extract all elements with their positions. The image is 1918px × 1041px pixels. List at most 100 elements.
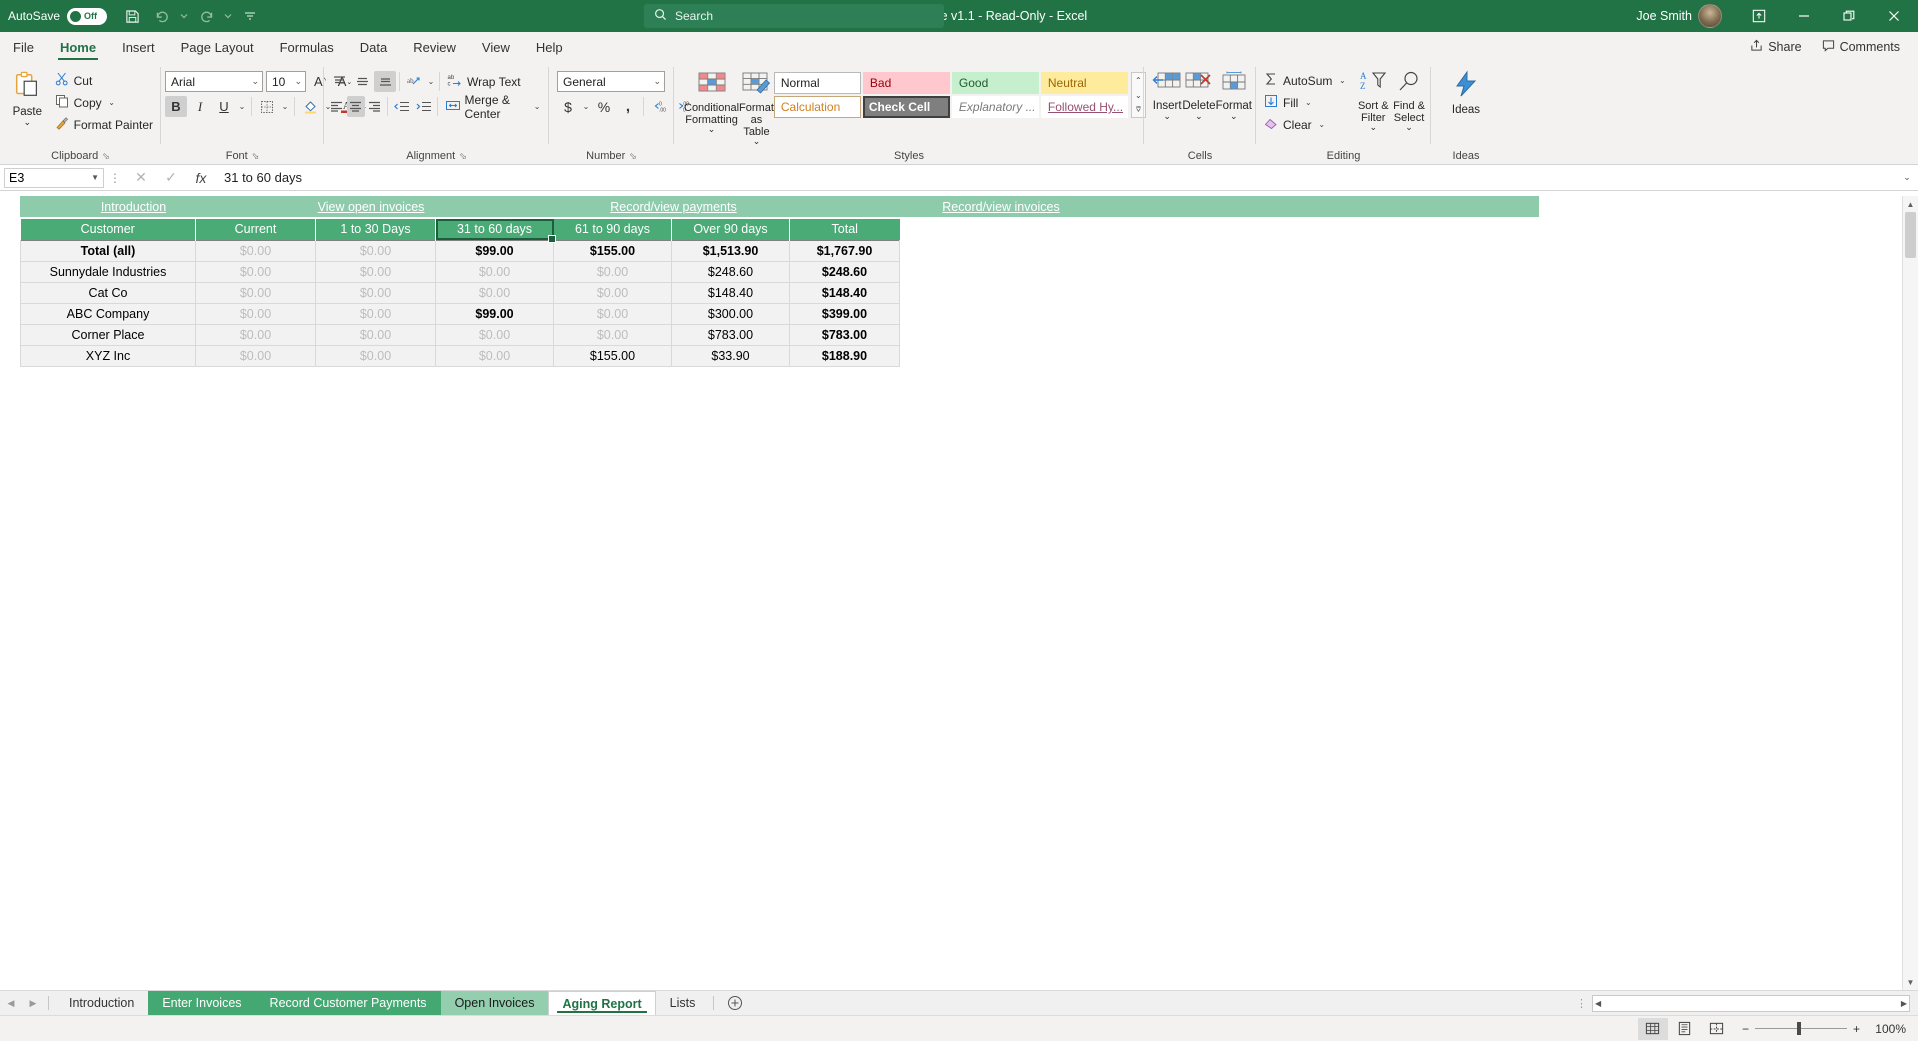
cell-31-60[interactable]: $0.00 <box>435 324 554 346</box>
insert-cells-button[interactable]: Insert ⌄ <box>1152 67 1182 121</box>
conditional-formatting-dropdown-icon[interactable]: ⌄ <box>708 125 716 134</box>
cancel-icon[interactable]: ✕ <box>126 169 156 186</box>
autosum-button[interactable]: AutoSum ⌄ <box>1260 70 1351 91</box>
sort-filter-button[interactable]: AZ Sort & Filter ⌄ <box>1355 67 1391 132</box>
styles-more-icon[interactable]: ⩢ <box>1132 102 1145 117</box>
redo-icon[interactable] <box>191 1 221 31</box>
confirm-icon[interactable]: ✓ <box>156 169 186 186</box>
borders-dropdown-icon[interactable]: ⌄ <box>280 102 290 111</box>
tab-data[interactable]: Data <box>347 32 400 62</box>
clear-button[interactable]: Clear ⌄ <box>1260 114 1351 135</box>
aging-report-table[interactable]: Customer Current 1 to 30 Days 31 to 60 d… <box>20 219 900 367</box>
merge-dropdown-icon[interactable]: ⌄ <box>533 102 541 111</box>
scroll-right-icon[interactable]: ▶ <box>1901 999 1907 1008</box>
cell-61-90[interactable]: $0.00 <box>553 324 672 346</box>
cell-over-90[interactable]: $783.00 <box>671 324 790 346</box>
avatar[interactable] <box>1698 4 1722 28</box>
table-row[interactable]: Corner Place $0.00 $0.00 $0.00 $0.00 $78… <box>20 324 900 346</box>
vertical-scroll-thumb[interactable] <box>1905 212 1916 258</box>
cell-over-90[interactable]: $300.00 <box>671 303 790 325</box>
tab-help[interactable]: Help <box>523 32 576 62</box>
format-dropdown-icon[interactable]: ⌄ <box>1230 112 1238 121</box>
format-as-table-button[interactable]: Format as Table ⌄ <box>739 67 774 146</box>
cell-61-90[interactable]: $155.00 <box>553 345 672 367</box>
style-normal[interactable]: Normal <box>773 72 861 94</box>
delete-cells-button[interactable]: Delete ⌄ <box>1182 67 1216 121</box>
cell-1-30[interactable]: $0.00 <box>315 303 436 325</box>
clipboard-dialog-launcher-icon[interactable]: ⬂ <box>102 151 110 162</box>
column-header-31-to-60-days[interactable]: 31 to 60 days <box>435 219 556 243</box>
cell-current[interactable]: $0.00 <box>195 303 316 325</box>
insert-dropdown-icon[interactable]: ⌄ <box>1163 112 1171 121</box>
align-left-button[interactable] <box>328 96 346 117</box>
style-neutral[interactable]: Neutral <box>1040 72 1128 94</box>
style-bad[interactable]: Bad <box>862 72 950 94</box>
worksheet-grid[interactable]: Introduction View open invoices Record/v… <box>0 196 1918 990</box>
number-format-select[interactable]: General ⌄ <box>557 71 665 92</box>
font-family-select[interactable]: Arial ⌄ <box>165 71 263 92</box>
cell-current[interactable]: $0.00 <box>195 345 316 367</box>
undo-dropdown-icon[interactable] <box>177 1 191 31</box>
column-header-61-to-90-days[interactable]: 61 to 90 days <box>553 219 672 240</box>
font-dialog-launcher-icon[interactable]: ⬂ <box>252 151 260 162</box>
tab-page-layout[interactable]: Page Layout <box>168 32 267 62</box>
style-followed-hyperlink[interactable]: Followed Hy... <box>1040 96 1128 118</box>
cell-31-60[interactable]: $99.00 <box>435 239 554 262</box>
find-select-button[interactable]: Find & Select ⌄ <box>1391 67 1427 132</box>
cell-over-90[interactable]: $33.90 <box>671 345 790 367</box>
cell-current[interactable]: $0.00 <box>195 324 316 346</box>
align-center-button[interactable] <box>346 96 365 117</box>
formula-bar-handle[interactable]: ⋮ <box>104 171 126 185</box>
scroll-left-icon[interactable]: ◀ <box>1595 999 1601 1008</box>
clear-dropdown-icon[interactable]: ⌄ <box>1317 120 1327 129</box>
cell-customer[interactable]: XYZ Inc <box>20 345 196 367</box>
table-row[interactable]: ABC Company $0.00 $0.00 $99.00 $0.00 $30… <box>20 303 900 325</box>
align-right-button[interactable] <box>366 96 384 117</box>
style-explanatory[interactable]: Explanatory ... <box>951 96 1039 118</box>
format-cells-button[interactable]: Format ⌄ <box>1216 67 1252 121</box>
italic-button[interactable]: I <box>189 96 211 117</box>
cell-31-60[interactable]: $0.00 <box>435 345 554 367</box>
sheet-tab-record-customer-payments[interactable]: Record Customer Payments <box>255 991 441 1015</box>
tab-view[interactable]: View <box>469 32 523 62</box>
cell-total[interactable]: $1,767.90 <box>789 239 900 262</box>
table-row[interactable]: Sunnydale Industries $0.00 $0.00 $0.00 $… <box>20 261 900 283</box>
cell-total[interactable]: $188.90 <box>789 345 900 367</box>
sheet-tab-enter-invoices[interactable]: Enter Invoices <box>148 991 256 1015</box>
customize-quick-access-icon[interactable] <box>235 1 265 31</box>
column-header-over-90-days[interactable]: Over 90 days <box>671 219 790 240</box>
sort-filter-dropdown-icon[interactable]: ⌄ <box>1369 123 1377 132</box>
underline-dropdown-icon[interactable]: ⌄ <box>237 102 247 111</box>
sheet-tab-open-invoices[interactable]: Open Invoices <box>440 991 549 1015</box>
find-select-dropdown-icon[interactable]: ⌄ <box>1405 123 1413 132</box>
wrap-text-button[interactable]: ab c Wrap Text <box>443 71 525 92</box>
share-button[interactable]: Share <box>1744 37 1807 57</box>
paste-dropdown-icon[interactable]: ⌄ <box>24 118 32 127</box>
bold-button[interactable]: B <box>165 96 187 117</box>
tab-insert[interactable]: Insert <box>109 32 168 62</box>
tab-formulas[interactable]: Formulas <box>267 32 347 62</box>
zoom-slider-thumb[interactable] <box>1796 1022 1801 1035</box>
insert-function-icon[interactable]: fx <box>186 170 216 186</box>
autosum-dropdown-icon[interactable]: ⌄ <box>1337 76 1347 85</box>
cell-31-60[interactable]: $99.00 <box>435 303 554 325</box>
fill-color-button[interactable] <box>299 96 321 117</box>
horizontal-scrollbar[interactable]: ◀ ▶ <box>1592 994 1910 1012</box>
fill-dropdown-icon[interactable]: ⌄ <box>1303 98 1313 107</box>
cell-customer[interactable]: ABC Company <box>20 303 196 325</box>
minimize-icon[interactable] <box>1781 0 1826 32</box>
zoom-in-button[interactable]: + <box>1853 1022 1860 1036</box>
name-box[interactable]: E3 ▼ <box>4 167 104 188</box>
cell-over-90[interactable]: $1,513.90 <box>671 239 790 262</box>
redo-dropdown-icon[interactable] <box>221 1 235 31</box>
cell-over-90[interactable]: $148.40 <box>671 282 790 304</box>
page-layout-view-icon[interactable] <box>1670 1018 1700 1040</box>
style-check-cell[interactable]: Check Cell <box>862 96 950 118</box>
add-sheet-button[interactable] <box>720 991 750 1015</box>
comma-format-button[interactable]: , <box>617 96 639 117</box>
save-icon[interactable] <box>117 1 147 31</box>
ideas-button[interactable]: Ideas <box>1440 67 1492 117</box>
cell-current[interactable]: $0.00 <box>195 282 316 304</box>
tab-review[interactable]: Review <box>400 32 469 62</box>
paste-button[interactable]: Paste ⌄ <box>4 67 51 127</box>
